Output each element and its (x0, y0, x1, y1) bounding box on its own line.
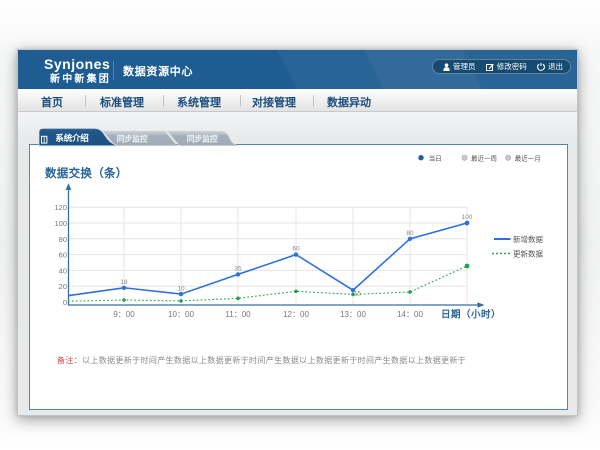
svg-text:同步监控: 同步监控 (187, 133, 218, 143)
svg-text:系统介绍: 系统介绍 (55, 133, 89, 143)
svg-text:同步监控: 同步监控 (117, 133, 148, 143)
